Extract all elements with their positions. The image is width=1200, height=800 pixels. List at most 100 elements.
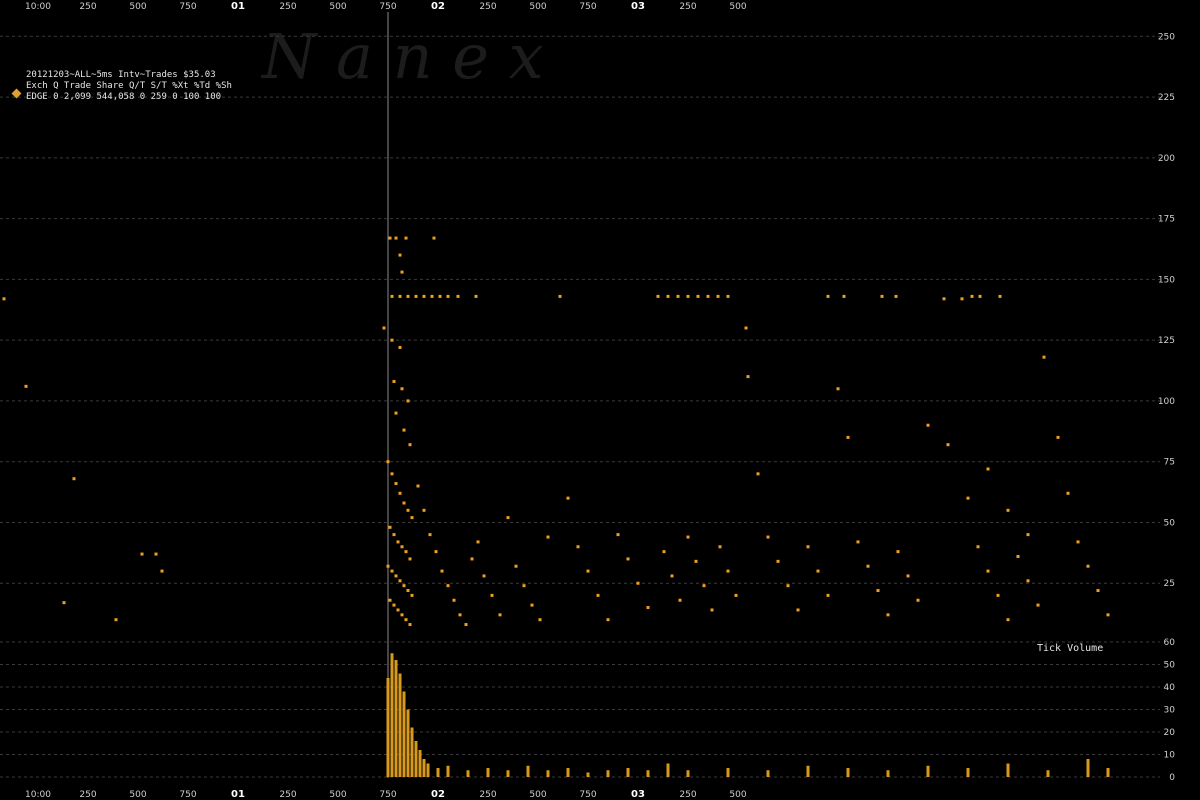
legend-title: 20121203~ALL~5ms Intv~Trades $35.03 [26,70,216,80]
trade-dot [986,569,990,573]
volume-bar [1106,768,1110,777]
bottom-time-tick: 750 [579,790,596,800]
top-time-tick: 01 [231,1,245,12]
trade-dot [498,613,502,617]
trade-dot [876,589,880,593]
trade-dot [706,294,710,298]
trade-dot [566,496,570,500]
trade-dot [482,574,486,578]
volume-bar [686,770,690,777]
volume-bar [390,653,394,777]
trade-dot [696,294,700,298]
trade-dot [458,613,462,617]
trade-dot [410,516,414,520]
trade-dot [678,598,682,602]
trade-dot [826,593,830,597]
volume-bar [466,770,470,777]
trade-dot [470,557,474,561]
trade-dot [408,443,412,447]
trade-dot [776,559,780,563]
trade-dot [726,569,730,573]
volume-tick-label: 10 [1164,751,1176,761]
top-time-tick: 750 [379,2,396,12]
volume-tick-label: 20 [1164,728,1176,738]
trade-dot [24,384,28,388]
trade-dot [986,467,990,471]
trade-dot [558,294,562,298]
trade-dot [744,326,748,330]
volume-bar [406,709,410,777]
trade-dot [836,387,840,391]
trade-dot [856,540,860,544]
volume-bar [526,765,530,777]
trade-dot [978,294,982,298]
volume-bar [446,765,450,777]
trade-dot [506,516,510,520]
top-time-tick: 250 [479,2,496,12]
bottom-time-tick: 250 [79,790,96,800]
price-tick-label: 225 [1158,93,1175,103]
trade-dot [686,535,690,539]
trade-dot [490,593,494,597]
trade-dot [390,569,394,573]
trade-dot [62,601,66,605]
trade-dot [402,428,406,432]
volume-bar [1046,770,1050,777]
trade-dot [400,387,404,391]
trade-dot [394,236,398,240]
volume-bar [606,770,610,777]
trade-dot [756,472,760,476]
trade-dot [586,569,590,573]
trade-dot [530,603,534,607]
volume-bar [846,768,850,777]
volume-tick-label: 0 [1169,773,1175,783]
volume-bar [726,768,730,777]
trade-dot [1036,603,1040,607]
legend: 20121203~ALL~5ms Intv~Trades $35.03 Exch… [11,70,232,102]
trade-dot [430,294,434,298]
trade-dot [476,540,480,544]
trade-dot [382,326,386,330]
trade-dot [998,294,1002,298]
bottom-time-tick: 02 [431,789,445,800]
top-time-tick: 250 [79,2,96,12]
bottom-time-tick: 250 [279,790,296,800]
volume-tick-label: 60 [1164,638,1176,648]
volume-bar [586,772,590,777]
trade-dot [386,460,390,464]
legend-header: Exch Q Trade Share Q/T S/T %Xt %Td %Sh [26,81,232,91]
trade-dot [388,236,392,240]
trade-dot [656,294,660,298]
volume-bar [646,770,650,777]
trade-dot [626,557,630,561]
trade-dot [414,294,418,298]
trade-dot [1026,533,1030,537]
trade-dot [676,294,680,298]
volume-bar [402,691,406,777]
trade-dot [396,540,400,544]
price-tick-label: 100 [1158,397,1175,407]
trade-dot [1016,554,1020,558]
trade-dot [538,618,542,622]
trade-dot [1026,579,1030,583]
trade-dot [446,584,450,588]
trade-dot [398,345,402,349]
trade-dot [416,484,420,488]
trade-dot [976,545,980,549]
trade-dot [606,618,610,622]
volume-bar [422,759,426,777]
trade-dot [406,294,410,298]
trade-dot [394,482,398,486]
trade-dot [464,623,468,627]
trade-dot [456,294,460,298]
trade-dot [390,472,394,476]
bottom-time-tick: 500 [529,790,546,800]
price-tick-label: 200 [1158,154,1175,164]
volume-bar [418,750,422,777]
trade-dot [766,535,770,539]
volume-bar [436,768,440,777]
trade-dot [546,535,550,539]
legend-row: EDGE 0 2,099 544,058 0 259 0 100 100 [26,92,221,102]
bottom-time-tick: 250 [479,790,496,800]
trade-dot [390,338,394,342]
